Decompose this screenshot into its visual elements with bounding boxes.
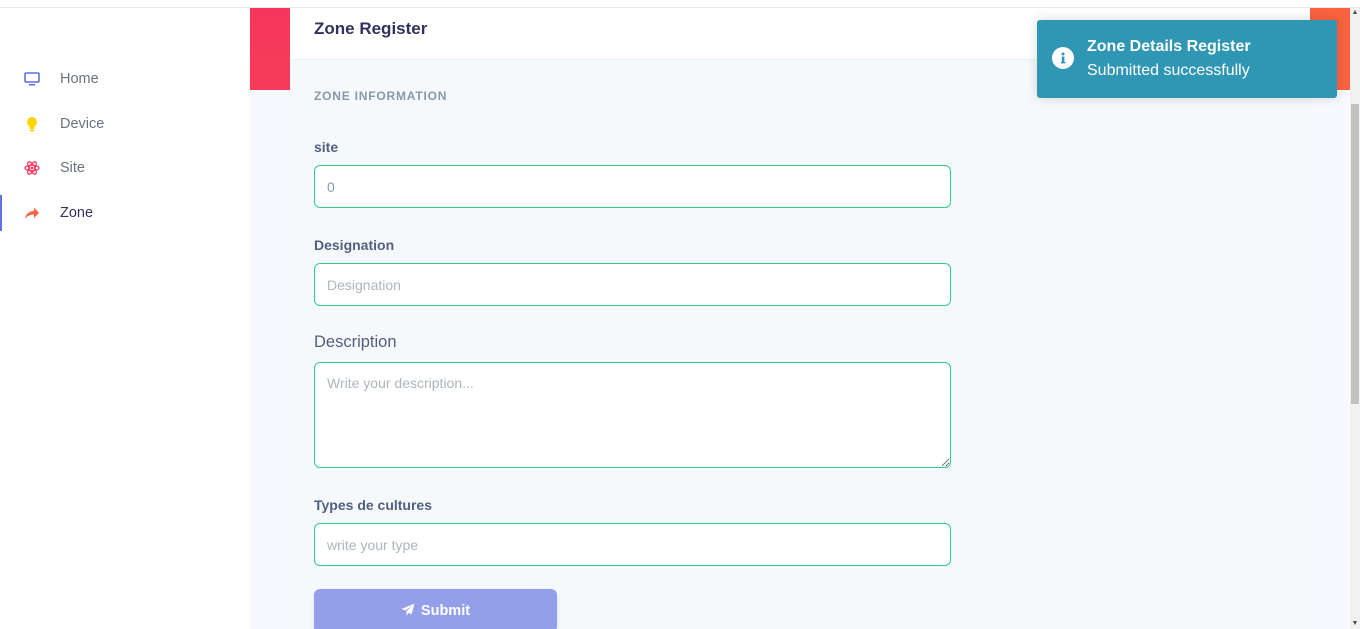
site-label: site bbox=[314, 139, 339, 155]
designation-input[interactable] bbox=[314, 263, 951, 306]
types-input[interactable] bbox=[314, 523, 951, 566]
paper-plane-icon bbox=[401, 603, 415, 620]
types-label: Types de cultures bbox=[314, 497, 433, 513]
designation-label: Designation bbox=[314, 237, 395, 253]
submit-label: Submit bbox=[420, 603, 471, 619]
scroll-thumb[interactable] bbox=[1351, 104, 1359, 404]
sidebar-item-home[interactable]: Home bbox=[0, 61, 250, 97]
monitor-icon bbox=[22, 69, 42, 89]
page-title: Zone Register bbox=[314, 19, 428, 38]
sidebar-item-label: Device bbox=[60, 116, 105, 132]
section-heading: ZONE INFORMATION bbox=[314, 89, 448, 103]
top-bar bbox=[0, 0, 1360, 8]
lightbulb-icon bbox=[22, 114, 42, 134]
sidebar-item-zone[interactable]: Zone bbox=[0, 195, 250, 231]
sidebar-item-label: Zone bbox=[60, 205, 94, 221]
zone-register-card: Zone Register ZONE INFORMATION site Desi… bbox=[290, 8, 1310, 629]
share-arrow-icon bbox=[22, 203, 42, 223]
sidebar-item-site[interactable]: Site bbox=[0, 150, 250, 186]
scrollbar[interactable]: ▲ ▼ bbox=[1350, 8, 1360, 629]
description-textarea[interactable] bbox=[314, 362, 951, 468]
sidebar-item-label: Home bbox=[60, 71, 99, 87]
toast-message: Submitted successfully bbox=[1087, 62, 1250, 79]
toast-notification[interactable]: Zone Details Register Submitted successf… bbox=[1037, 20, 1337, 98]
submit-button[interactable]: Submit bbox=[314, 589, 557, 629]
sidebar: Home Device Site Zone bbox=[0, 8, 250, 629]
info-icon bbox=[1052, 47, 1074, 69]
description-label: Description bbox=[314, 333, 397, 351]
atom-icon bbox=[22, 158, 42, 178]
toast-title: Zone Details Register bbox=[1087, 38, 1251, 55]
site-input[interactable] bbox=[314, 165, 951, 208]
scroll-down-arrow-icon[interactable]: ▼ bbox=[1351, 619, 1359, 629]
scroll-up-arrow-icon[interactable]: ▲ bbox=[1351, 8, 1359, 18]
sidebar-item-device[interactable]: Device bbox=[0, 106, 250, 142]
sidebar-item-label: Site bbox=[60, 160, 85, 176]
header-gradient bbox=[250, 8, 290, 90]
